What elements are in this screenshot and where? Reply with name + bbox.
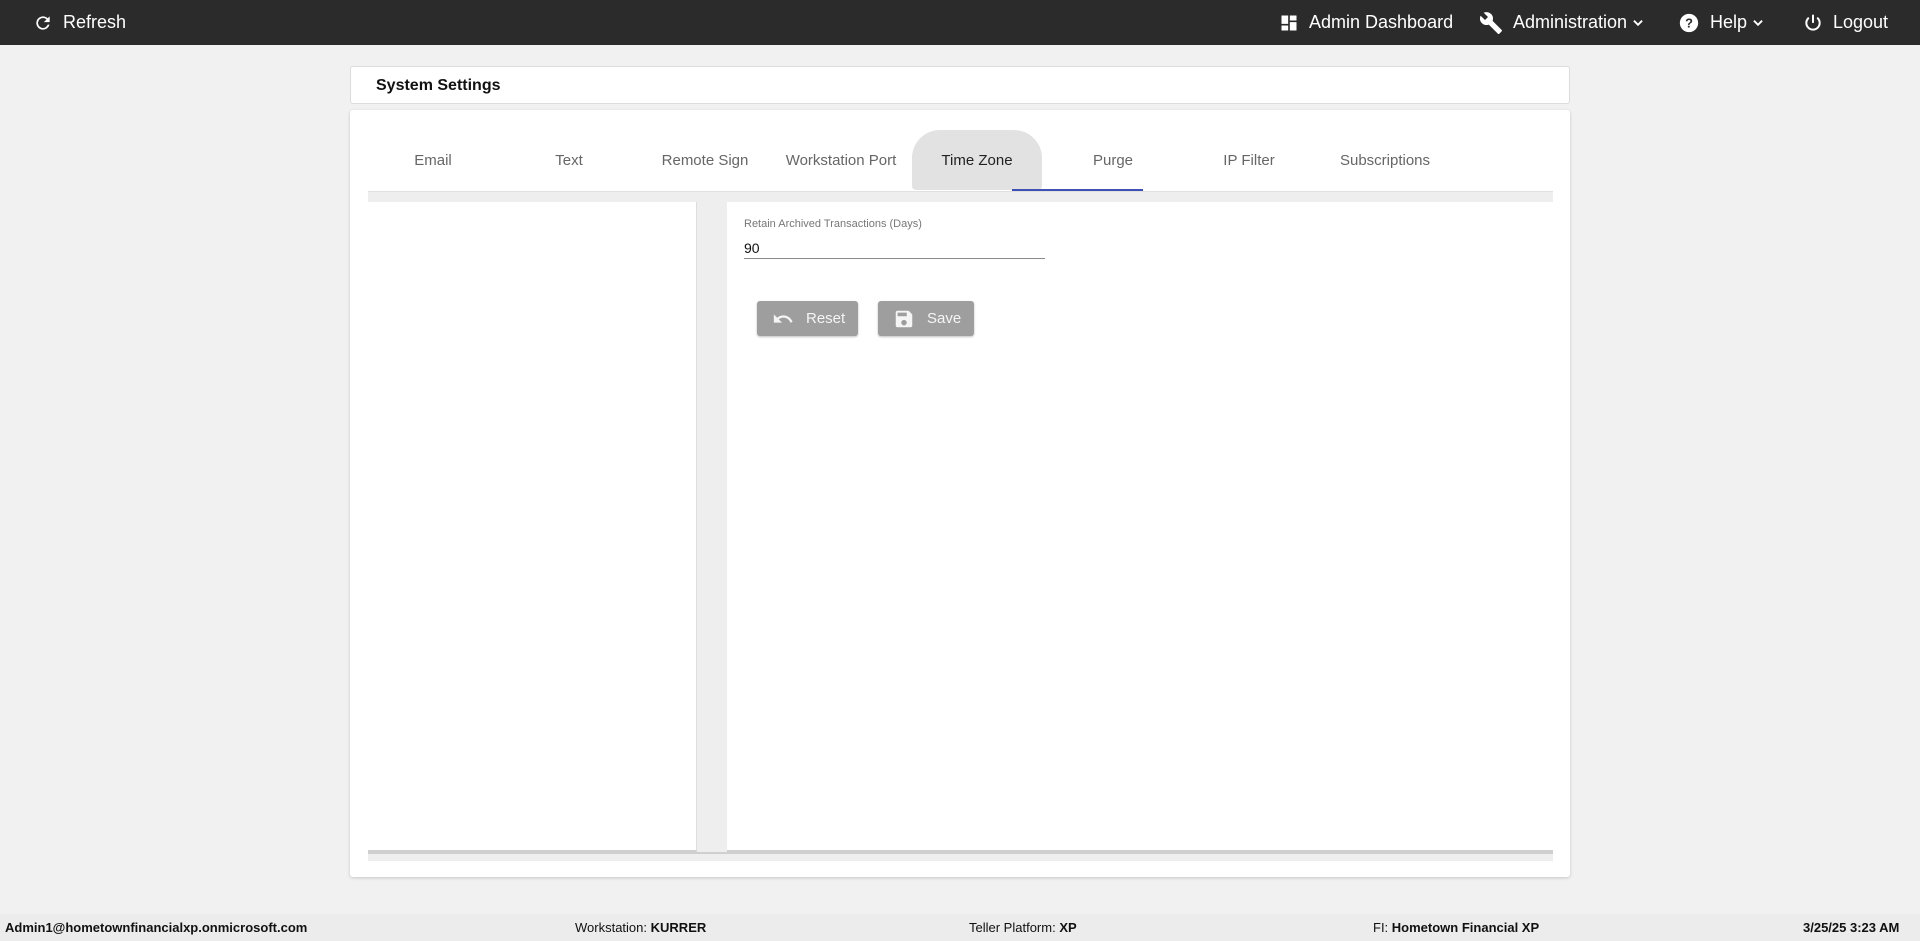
datetime-value: 3/25/25 3:23 AM <box>1803 920 1900 935</box>
status-fi: FI: Hometown Financial XP <box>1373 920 1539 935</box>
left-panel <box>368 202 697 852</box>
reset-button[interactable]: Reset <box>757 301 858 336</box>
page-header-card: System Settings <box>350 66 1570 104</box>
tab-label: Subscriptions <box>1339 151 1431 169</box>
purge-settings-panel: Retain Archived Transactions (Days) Rese… <box>727 202 1553 852</box>
wrench-icon <box>1479 11 1503 35</box>
help-circle-icon: ? <box>1678 12 1700 34</box>
user-email: Admin1@hometownfinancialxp.onmicrosoft.c… <box>5 920 308 935</box>
tab-subscriptions[interactable]: Subscriptions <box>1320 130 1450 190</box>
retain-archived-input[interactable] <box>744 237 1045 259</box>
chevron-down-icon <box>1631 16 1645 30</box>
tab-label: Text <box>555 151 583 169</box>
refresh-icon <box>33 13 53 33</box>
tab-ip-filter[interactable]: IP Filter <box>1184 130 1314 190</box>
settings-tabs: Email Text Remote Sign Workstation Port … <box>368 130 1553 192</box>
settings-card: Email Text Remote Sign Workstation Port … <box>350 110 1570 877</box>
reset-label: Reset <box>806 310 846 327</box>
floppy-disk-icon <box>893 308 915 330</box>
status-bar: Admin1@hometownfinancialxp.onmicrosoft.c… <box>0 914 1920 941</box>
status-datetime: 3/25/25 3:23 AM <box>1803 920 1899 935</box>
page-title: System Settings <box>376 77 501 94</box>
svg-text:?: ? <box>1685 15 1693 30</box>
tab-label: IP Filter <box>1223 151 1275 169</box>
retain-archived-label: Retain Archived Transactions (Days) <box>744 218 922 230</box>
admin-dashboard-label: Admin Dashboard <box>1309 12 1454 32</box>
tab-email[interactable]: Email <box>368 130 498 190</box>
tab-label: Remote Sign <box>661 151 749 169</box>
help-label: Help <box>1710 12 1748 32</box>
tab-label: Email <box>414 151 452 169</box>
status-user: Admin1@hometownfinancialxp.onmicrosoft.c… <box>5 920 307 935</box>
teller-platform-label: Teller Platform: <box>969 920 1056 935</box>
top-navigation-bar: Refresh Admin Dashboard Administration ?… <box>0 0 1920 45</box>
teller-platform-value: XP <box>1059 920 1077 935</box>
tab-text[interactable]: Text <box>504 130 634 190</box>
logout-label: Logout <box>1833 12 1889 32</box>
tab-remote-sign[interactable]: Remote Sign <box>640 130 770 190</box>
save-button[interactable]: Save <box>878 301 974 336</box>
admin-dashboard-button[interactable]: Admin Dashboard <box>1279 0 1453 45</box>
retain-archived-field: Retain Archived Transactions (Days) <box>744 218 1045 259</box>
power-icon <box>1803 13 1823 33</box>
tab-workstation-port[interactable]: Workstation Port <box>776 130 906 190</box>
tab-purge[interactable]: Purge <box>1048 130 1178 190</box>
tab-time-zone[interactable]: Time Zone <box>912 130 1042 190</box>
logout-button[interactable]: Logout <box>1803 0 1888 45</box>
tab-content-area: Retain Archived Transactions (Days) Rese… <box>368 192 1553 861</box>
dashboard-icon <box>1279 13 1299 33</box>
undo-icon <box>772 308 794 330</box>
tab-label: Purge <box>1092 151 1134 169</box>
chevron-down-icon <box>1751 16 1765 30</box>
tab-label: Time Zone <box>941 151 1013 169</box>
fi-value: Hometown Financial XP <box>1391 920 1540 935</box>
save-label: Save <box>927 310 962 327</box>
tab-label: Workstation Port <box>785 151 897 169</box>
administration-label: Administration <box>1513 12 1628 32</box>
refresh-button[interactable]: Refresh <box>33 0 126 45</box>
status-teller-platform: Teller Platform: XP <box>969 920 1077 935</box>
fi-label: FI: <box>1373 920 1389 935</box>
workstation-label: Workstation: <box>575 920 648 935</box>
help-menu[interactable]: ? Help <box>1678 0 1765 45</box>
refresh-label: Refresh <box>63 12 127 32</box>
administration-menu[interactable]: Administration <box>1479 0 1645 45</box>
status-workstation: Workstation: KURRER <box>575 920 706 935</box>
content-bottom-divider <box>368 852 1553 854</box>
workstation-value: KURRER <box>650 920 707 935</box>
